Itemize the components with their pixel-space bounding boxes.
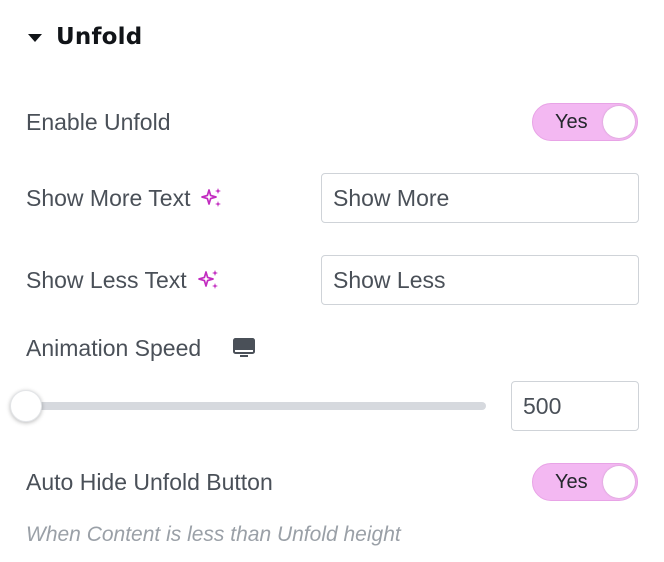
desktop-icon[interactable] bbox=[232, 337, 256, 359]
enable-unfold-label: Enable Unfold bbox=[26, 108, 171, 135]
auto-hide-label: Auto Hide Unfold Button bbox=[26, 468, 273, 495]
section-title: Unfold bbox=[56, 24, 143, 50]
enable-unfold-toggle[interactable]: Yes bbox=[532, 103, 638, 141]
animation-speed-slider-track[interactable] bbox=[28, 402, 486, 410]
section-header[interactable]: Unfold bbox=[28, 20, 142, 54]
show-less-text-input[interactable] bbox=[321, 255, 639, 305]
show-more-text-input[interactable] bbox=[321, 173, 639, 223]
show-less-row-label: Show Less Text bbox=[26, 264, 221, 296]
caret-down-icon bbox=[28, 34, 42, 42]
show-less-label: Show Less Text bbox=[26, 266, 187, 293]
animation-speed-label: Animation Speed bbox=[26, 334, 202, 361]
show-more-row-label: Show More Text bbox=[26, 182, 224, 214]
toggle-yes-label: Yes bbox=[555, 111, 588, 133]
ai-sparkle-icon[interactable] bbox=[197, 268, 221, 292]
auto-hide-toggle[interactable]: Yes bbox=[532, 463, 638, 501]
animation-speed-row-label: Animation Speed bbox=[26, 332, 256, 364]
toggle-yes-label: Yes bbox=[555, 471, 588, 493]
auto-hide-description: When Content is less than Unfold height bbox=[26, 523, 401, 546]
animation-speed-input[interactable] bbox=[511, 381, 639, 431]
animation-speed-slider-handle[interactable] bbox=[10, 390, 42, 422]
toggle-knob bbox=[603, 466, 635, 498]
toggle-knob bbox=[603, 106, 635, 138]
show-more-label: Show More Text bbox=[26, 184, 191, 211]
ai-sparkle-icon[interactable] bbox=[200, 186, 224, 210]
